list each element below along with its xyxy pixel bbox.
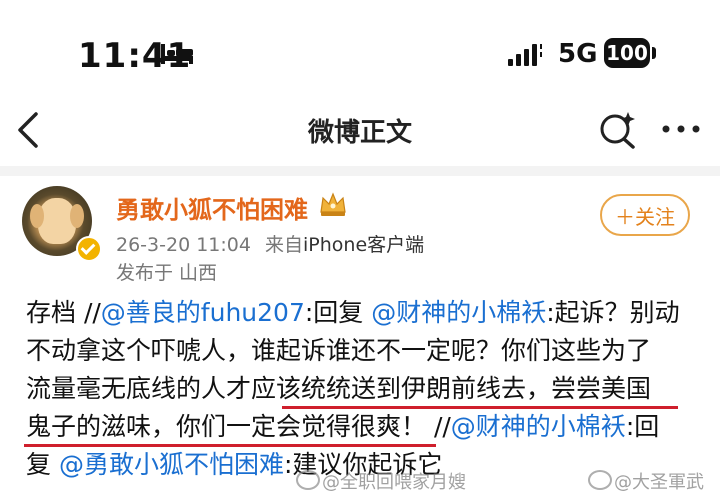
user-mention-link[interactable]: @勇敢小狐不怕困难 xyxy=(59,450,284,479)
user-mention-link[interactable]: @善良的fuhu207 xyxy=(101,298,305,327)
post-body: 存档 //@善良的fuhu207:回复 @财神的小棉袄:起诉？别动 不动拿这个吓唬… xyxy=(26,294,706,484)
crown-badge-icon xyxy=(320,192,346,216)
highlight-underline-2 xyxy=(24,444,436,447)
post-text: :回复 xyxy=(304,298,372,327)
post-text-line: 鬼子的滋味，你们一定会觉得很爽！ //@财神的小棉袄:回 xyxy=(26,408,706,446)
user-mention-link[interactable]: @财神的小棉袄 xyxy=(371,298,546,327)
weibo-logo-icon-2 xyxy=(588,470,612,490)
post-text-line: 存档 //@善良的fuhu207:回复 @财神的小棉袄:起诉？别动 xyxy=(26,294,706,332)
user-mention-link[interactable]: @财神的小棉袄 xyxy=(451,412,626,441)
section-divider xyxy=(0,166,720,176)
battery-tip xyxy=(652,47,656,59)
post-text: :起诉？别动 xyxy=(546,298,680,327)
post-text: 不动拿这个吓唬人，谁起诉谁还不一定呢？你们这些为了 xyxy=(26,336,652,365)
cellular-signal-icon xyxy=(508,44,542,66)
avatar-dog-image xyxy=(30,198,84,244)
more-options-icon[interactable] xyxy=(660,114,702,144)
post-meta: 26-3-20 11:04 来自iPhone客户端 xyxy=(116,230,424,257)
post-text: 存档 // xyxy=(26,298,101,327)
post-text: :回 xyxy=(625,412,660,441)
follow-button[interactable]: ＋关注 xyxy=(600,194,690,236)
network-type: 5G xyxy=(558,39,598,69)
post-text-line: 不动拿这个吓唬人，谁起诉谁还不一定呢？你们这些为了 xyxy=(26,332,706,370)
watermark-left: @全职回喂家月嫂 xyxy=(322,472,466,493)
search-icon[interactable] xyxy=(598,110,638,150)
highlight-underline-1 xyxy=(282,406,678,409)
post-text: 复 xyxy=(26,450,59,479)
source-prefix: 来自 xyxy=(265,234,304,256)
sleep-focus-icon xyxy=(161,44,193,64)
post-text-line: 流量毫无底线的人才应该统统送到伊朗前线去，尝尝美国 xyxy=(26,370,706,408)
source-device: iPhone客户端 xyxy=(303,234,425,256)
post-text: 流量毫无底线的人才应该统统送到伊朗前线去，尝尝美国 xyxy=(26,374,652,403)
battery-icon: 100 xyxy=(604,38,650,68)
weibo-logo-icon xyxy=(296,470,320,490)
status-bar: 11:41 5G 100 xyxy=(0,0,720,100)
post-timestamp: 26-3-20 11:04 xyxy=(116,234,251,256)
post-text: 鬼子的滋味，你们一定会觉得很爽！ // xyxy=(26,412,451,441)
verified-badge-icon xyxy=(76,236,102,262)
post-location: 发布于 山西 xyxy=(116,262,218,284)
author-name[interactable]: 勇敢小狐不怕困难 xyxy=(116,190,308,225)
watermark-right: @大圣軍武 xyxy=(614,472,704,493)
nav-bar: 微博正文 xyxy=(0,100,720,166)
